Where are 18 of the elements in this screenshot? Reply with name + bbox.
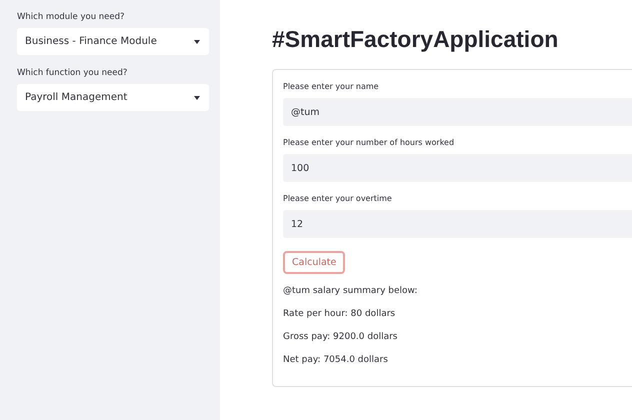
field-label: Please enter your name: [283, 82, 380, 91]
result-text: @tum salary summary below:: [283, 286, 418, 296]
caret-icon: [194, 40, 200, 44]
select-label: Which module you need?: [17, 12, 126, 22]
select-dropdown[interactable]: Payroll Management: [17, 84, 209, 111]
select-dropdown[interactable]: Business - Finance Module: [17, 28, 209, 55]
select-label: Which function you need?: [17, 68, 128, 78]
result-text: Net pay: 7054.0 dollars: [283, 355, 389, 365]
result-text: Gross pay: 9200.0 dollars: [283, 332, 398, 342]
field-label: Please enter your number of hours worked: [283, 138, 456, 147]
caret-icon: [194, 96, 200, 100]
field-label: Please enter your overtime: [283, 194, 393, 203]
input-field[interactable]: 12: [283, 210, 632, 238]
calculate-button[interactable]: Calculate: [283, 251, 346, 274]
result-text: Rate per hour: 80 dollars: [283, 309, 396, 319]
input-field[interactable]: 100: [283, 154, 632, 182]
input-field[interactable]: @tum: [283, 98, 632, 126]
page-title: #SmartFactoryApplication: [272, 26, 560, 53]
